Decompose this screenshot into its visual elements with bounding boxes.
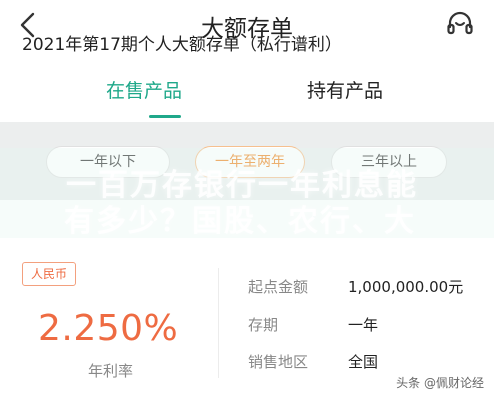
card-divider	[218, 268, 219, 378]
tab-held[interactable]: 持有产品	[307, 76, 383, 103]
filter-one-to-two-years[interactable]: 一年至两年	[195, 146, 305, 178]
product-title: 2021年第17期个人大额存单（私行谱利）	[22, 35, 342, 55]
currency-badge: 人民币	[22, 262, 77, 286]
customer-service-button[interactable]	[444, 8, 476, 40]
headset-icon	[447, 11, 473, 35]
interest-rate-value: 2.250%	[38, 308, 179, 349]
interest-rate-label: 年利率	[88, 362, 134, 380]
active-tab-indicator	[149, 115, 181, 118]
filter-over-three-years[interactable]: 三年以上	[331, 146, 447, 178]
source-watermark: 头条 @佩财论经	[396, 376, 484, 390]
tab-on-sale[interactable]: 在售产品	[106, 76, 182, 103]
product-tabs: 在售产品 持有产品	[0, 54, 494, 122]
term-filter-bar: 一年以下 一年至两年 三年以上	[0, 122, 494, 200]
product-card[interactable]	[0, 200, 494, 400]
detail-value: 1,000,000.00元	[348, 278, 464, 296]
detail-label: 起点金额	[248, 278, 309, 296]
detail-label: 销售地区	[248, 353, 309, 371]
detail-value: 全国	[348, 353, 379, 371]
detail-value: 一年	[348, 316, 379, 334]
filter-under-one-year[interactable]: 一年以下	[46, 146, 170, 178]
detail-label: 存期	[248, 316, 279, 334]
